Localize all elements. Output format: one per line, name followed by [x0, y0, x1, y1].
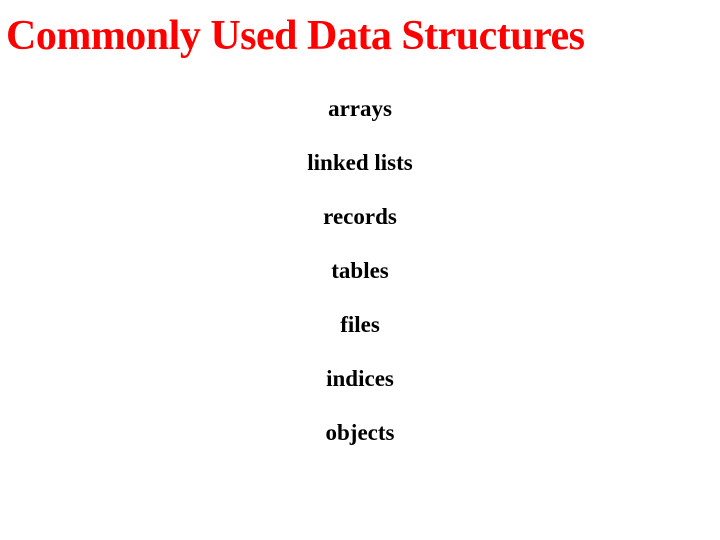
- list-item: linked lists: [307, 150, 412, 176]
- list-item: records: [323, 204, 397, 230]
- page-title: Commonly Used Data Structures: [0, 12, 720, 60]
- list-item: tables: [331, 258, 389, 284]
- list-item: arrays: [328, 96, 392, 122]
- slide: Commonly Used Data Structures arrays lin…: [0, 0, 720, 540]
- list-item: objects: [326, 420, 395, 446]
- data-structures-list: arrays linked lists records tables files…: [0, 96, 720, 446]
- list-item: indices: [326, 366, 394, 392]
- list-item: files: [340, 312, 380, 338]
